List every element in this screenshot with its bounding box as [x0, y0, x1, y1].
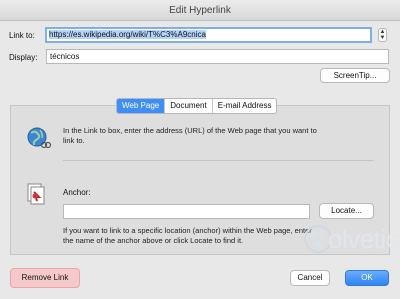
watermark: olvetic: [304, 218, 400, 264]
link-to-label: Link to:: [9, 31, 35, 40]
tab-document[interactable]: Document: [165, 99, 213, 113]
anchor-input[interactable]: [63, 204, 310, 219]
tab-web-page[interactable]: Web Page: [117, 99, 166, 113]
link-type-tabs: Web Page Document E-mail Address: [116, 98, 278, 114]
section-divider: [63, 160, 374, 161]
window-title: Edit Hyperlink: [169, 5, 231, 16]
anchor-document-icon: [27, 183, 45, 205]
watermark-text: olvetic: [328, 224, 399, 254]
tab-email-address[interactable]: E-mail Address: [213, 99, 277, 113]
display-label: Display:: [9, 53, 38, 62]
remove-link-button[interactable]: Remove Link: [10, 268, 80, 288]
screentip-button[interactable]: ScreenTip...: [320, 68, 390, 83]
globe-link-icon: [27, 127, 52, 149]
display-value: técnicos: [50, 52, 80, 61]
link-to-stepper-icon[interactable]: ▲ ▼: [378, 28, 387, 42]
web-page-description: In the Link to box, enter the address (U…: [63, 126, 317, 145]
ok-button[interactable]: OK: [345, 270, 389, 286]
anchor-description: If you want to link to a specific locati…: [63, 226, 312, 245]
locate-button[interactable]: Locate...: [319, 203, 374, 219]
cancel-button[interactable]: Cancel: [290, 270, 330, 286]
title-bar: Edit Hyperlink: [0, 0, 400, 21]
link-to-input[interactable]: https://es.wikipedia.org/wiki/T%C3%A9cni…: [45, 27, 372, 43]
anchor-label: Anchor:: [63, 188, 91, 197]
display-input[interactable]: técnicos: [46, 49, 389, 64]
link-to-value: https://es.wikipedia.org/wiki/T%C3%A9cni…: [49, 30, 206, 39]
